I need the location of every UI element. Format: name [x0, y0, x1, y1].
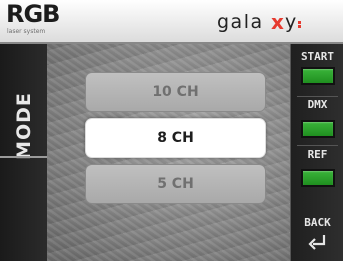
- dmx-label: DMX: [307, 98, 328, 111]
- ref-indicator: [301, 169, 335, 187]
- svg-text:y: y: [285, 11, 296, 33]
- start-button[interactable]: START: [291, 50, 343, 94]
- svg-text:x: x: [271, 10, 284, 34]
- ref-button[interactable]: REF: [291, 148, 343, 192]
- ref-label: REF: [307, 148, 328, 161]
- galaxy-logo: gala x y: [215, 9, 335, 34]
- option-5ch-button[interactable]: 5 CH: [85, 164, 266, 204]
- left-sidebar: MODE: [0, 44, 47, 261]
- return-arrow-icon: [308, 235, 326, 250]
- rgb-logo-subtitle: laser system: [7, 28, 46, 35]
- dmx-button[interactable]: DMX: [291, 98, 343, 142]
- option-8ch-button[interactable]: 8 CH: [85, 118, 266, 158]
- option-10ch-button[interactable]: 10 CH: [85, 72, 266, 112]
- mode-title-text: MODE: [13, 92, 35, 160]
- mode-title: MODE: [4, 92, 44, 160]
- rgb-logo-text: RGB: [6, 0, 60, 28]
- galaxy-logo-graphic: gala x y: [217, 10, 301, 34]
- dmx-indicator: [301, 120, 335, 138]
- back-label: BACK: [304, 216, 331, 229]
- divider: [297, 145, 338, 146]
- start-label: START: [300, 50, 335, 63]
- mode-options-panel: 10 CH 8 CH 5 CH: [47, 44, 290, 261]
- mode-screen: RGB laser system gala x y MODE 10 CH 8 C…: [0, 0, 343, 261]
- rgb-logo: RGB laser system: [6, 0, 64, 35]
- start-indicator: [301, 67, 335, 85]
- header-bar: RGB laser system gala x y: [0, 0, 343, 44]
- back-button[interactable]: BACK: [291, 216, 343, 258]
- mode-divider: [0, 156, 47, 158]
- divider: [297, 96, 338, 97]
- right-sidebar: START DMX REF BACK: [290, 44, 343, 261]
- svg-text:gala: gala: [217, 11, 264, 33]
